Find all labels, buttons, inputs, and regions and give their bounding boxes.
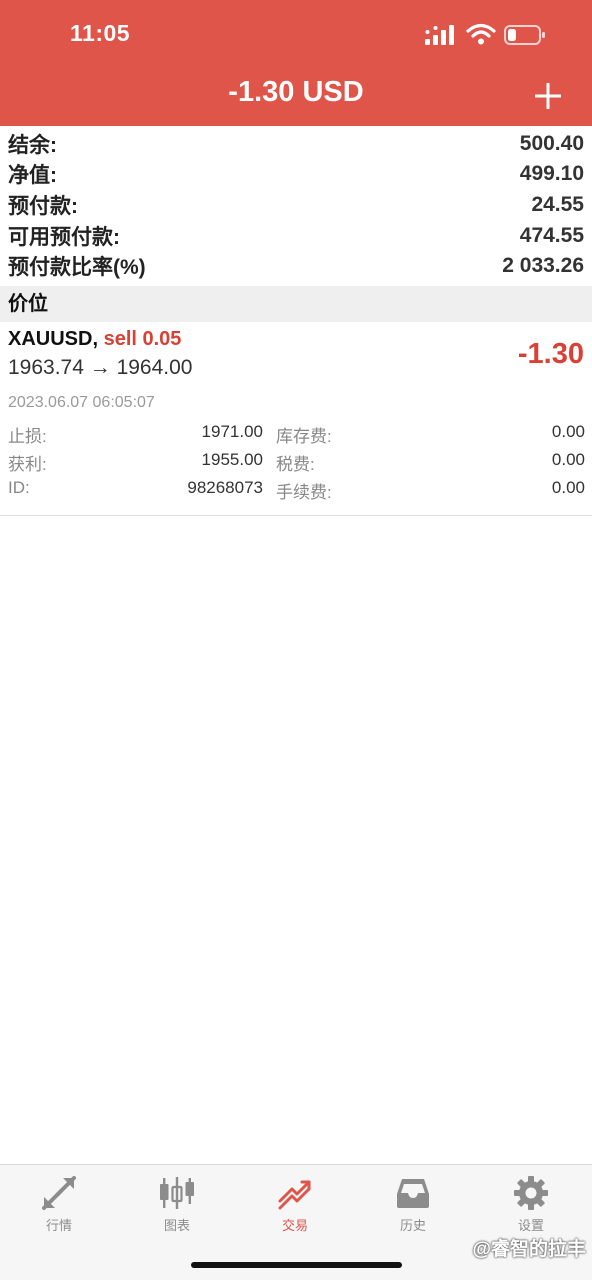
stop-loss-value: 1971.00 <box>201 422 263 441</box>
position-side-volume: sell 0.05 <box>103 328 182 350</box>
equity-value: 499.10 <box>519 162 584 185</box>
free-margin-label: 可用预付款: <box>8 226 120 249</box>
commission-value: 0.00 <box>551 478 585 497</box>
tab-quotes-label: 行情 <box>45 1218 72 1233</box>
taxes-value: 0.00 <box>551 450 585 469</box>
tab-quotes[interactable]: 行情 <box>0 1165 118 1235</box>
battery-icon <box>504 25 545 45</box>
header: 11:05 -1.30 USD <box>0 0 592 126</box>
settings-gear-icon <box>514 1176 548 1210</box>
tab-trade[interactable]: 交易 <box>236 1165 354 1235</box>
margin-level-value: 2 033.26 <box>502 254 584 277</box>
cellular-signal-icon <box>425 25 454 45</box>
stop-loss-label: 止损: <box>8 427 47 446</box>
home-indicator <box>191 1262 402 1268</box>
quotes-icon <box>42 1176 76 1210</box>
tab-chart[interactable]: 图表 <box>118 1165 236 1235</box>
equity-row: 净值: 499.10 <box>8 159 584 189</box>
trade-icon <box>278 1180 311 1210</box>
tab-history[interactable]: 历史 <box>354 1165 472 1235</box>
balance-row: 结余: 500.40 <box>8 129 584 159</box>
add-order-button[interactable] <box>534 82 562 110</box>
balance-label: 结余: <box>8 134 57 157</box>
tab-settings[interactable]: 设置 <box>472 1165 590 1235</box>
positions-section-header: 价位 <box>0 286 592 322</box>
equity-label: 净值: <box>8 164 57 187</box>
margin-level-row: 预付款比率(%) 2 033.26 <box>8 251 584 281</box>
margin-value: 24.55 <box>531 193 584 216</box>
tab-settings-label: 设置 <box>517 1218 544 1233</box>
tab-chart-label: 图表 <box>163 1218 190 1233</box>
swap-label: 库存费: <box>276 427 332 446</box>
margin-row: 预付款: 24.55 <box>8 190 584 220</box>
watermark: @睿智的拉丰 <box>472 1239 586 1260</box>
chart-candles-icon <box>160 1177 194 1209</box>
position-item[interactable]: XAUUSD, sell 0.05 1963.74 → 1964.00 -1.3… <box>0 322 592 516</box>
swap-value: 0.00 <box>551 422 585 441</box>
margin-label: 预付款: <box>8 195 78 218</box>
order-id-value: 98268073 <box>187 478 263 497</box>
commission-label: 手续费: <box>276 483 332 502</box>
free-margin-value: 474.55 <box>519 224 584 247</box>
taxes-label: 税费: <box>276 455 315 474</box>
position-open-time: 2023.06.07 06:05:07 <box>8 394 155 411</box>
position-divider <box>0 515 592 516</box>
order-id-label: ID: <box>8 478 30 497</box>
balance-value: 500.40 <box>519 132 584 155</box>
position-symbol-line: XAUUSD, sell 0.05 <box>8 328 181 351</box>
take-profit-label: 获利: <box>8 455 47 474</box>
history-inbox-icon <box>397 1179 429 1208</box>
status-time: 11:05 <box>70 20 131 46</box>
tab-trade-label: 交易 <box>281 1218 308 1233</box>
position-symbol: XAUUSD, <box>8 328 99 350</box>
take-profit-value: 1955.00 <box>201 450 263 469</box>
trade-screen: 11:05 -1.30 USD 结余: 500.40 净值: 499.10 预付… <box>0 0 592 1280</box>
wifi-icon <box>466 23 496 45</box>
position-profit: -1.30 <box>517 338 584 370</box>
account-profit-title: -1.30 USD <box>228 76 364 108</box>
tab-history-label: 历史 <box>399 1218 426 1233</box>
position-prices: 1963.74 → 1964.00 <box>8 356 193 379</box>
account-summary: 结余: 500.40 净值: 499.10 预付款: 24.55 可用预付款: … <box>0 126 592 286</box>
margin-level-label: 预付款比率(%) <box>8 256 146 279</box>
free-margin-row: 可用预付款: 474.55 <box>8 221 584 251</box>
